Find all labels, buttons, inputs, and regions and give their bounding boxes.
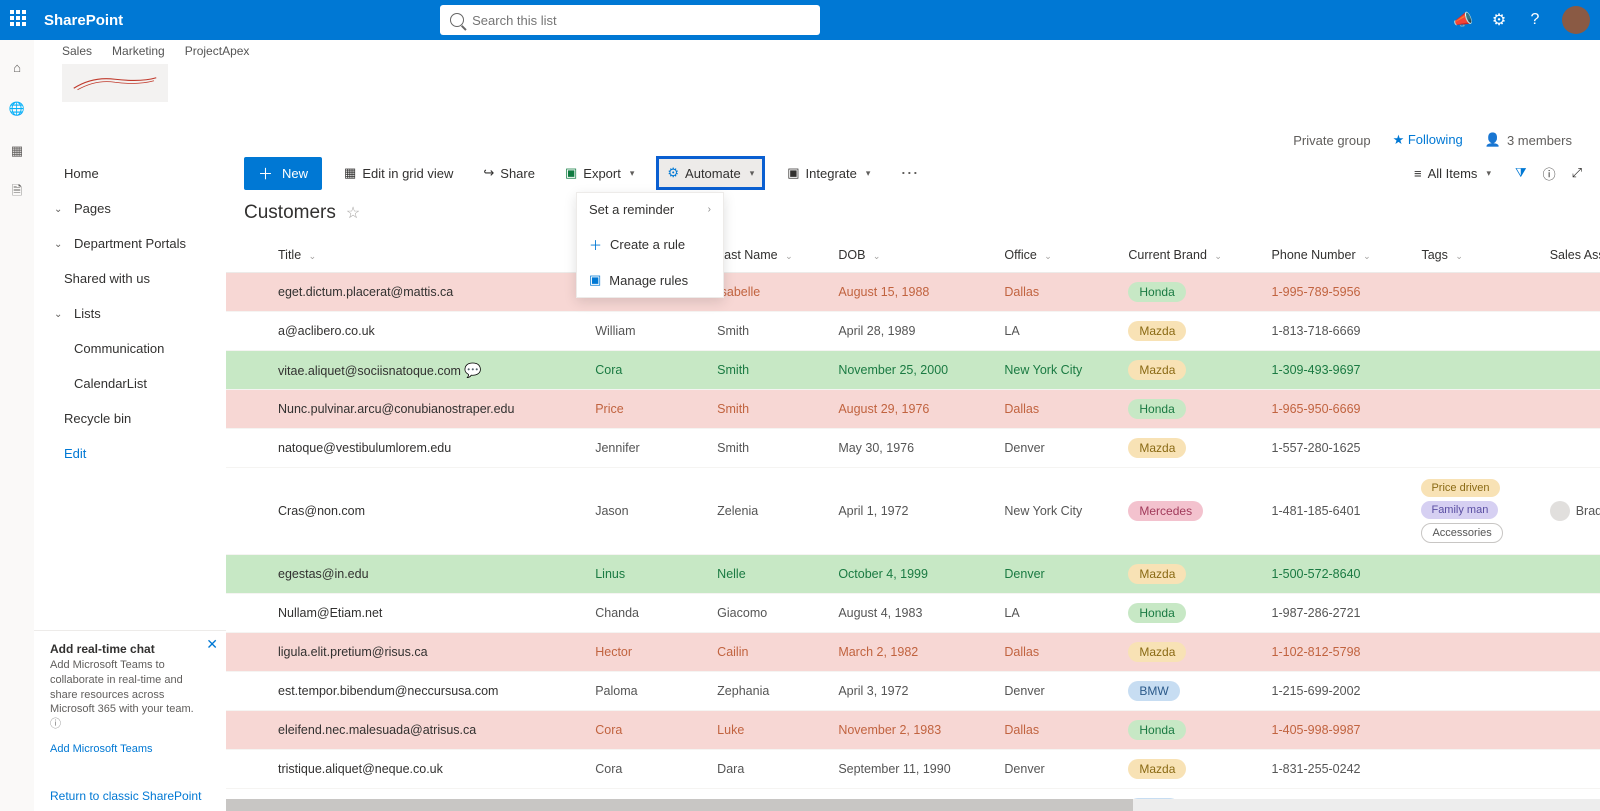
nav-shared-with-us[interactable]: Shared with us	[34, 261, 226, 296]
news-hub-icon[interactable]: ▦	[8, 142, 26, 160]
person-icon: 👤	[1485, 132, 1501, 148]
column-phone-number[interactable]: Phone Number ⌄	[1260, 238, 1410, 273]
settings-icon[interactable]: ⚙	[1490, 11, 1508, 29]
table-row[interactable]: eleifend.nec.malesuada@atrisus.caCoraLuk…	[226, 711, 1600, 750]
list-title: Customers	[244, 202, 336, 224]
teams-promo-title: Add real-time chat	[50, 642, 155, 656]
table-row[interactable]: egestas@in.eduLinusNelleOctober 4, 1999D…	[226, 555, 1600, 594]
nav-projectapex[interactable]: ProjectApex	[185, 44, 250, 58]
left-nav: Home⌄Pages⌄Department PortalsShared with…	[34, 148, 226, 811]
table-row[interactable]: ligula.elit.pretium@risus.caHectorCailin…	[226, 633, 1600, 672]
nav-lists[interactable]: ⌄Lists	[34, 296, 226, 331]
table-row[interactable]: natoque@vestibulumlorem.eduJenniferSmith…	[226, 429, 1600, 468]
teams-promo-body: Add Microsoft Teams to collaborate in re…	[50, 659, 194, 716]
filter-icon[interactable]: ⧩	[1515, 165, 1527, 181]
nav-home[interactable]: Home	[34, 156, 226, 191]
nav-marketing[interactable]: Marketing	[112, 44, 165, 58]
grid-icon: ▦	[344, 165, 356, 181]
info-icon[interactable]: ⓘ	[1543, 164, 1556, 183]
integrate-button[interactable]: ▣Integrate▾	[779, 161, 878, 185]
search-box[interactable]	[440, 5, 820, 35]
table-row[interactable]: Nullam@Etiam.netChandaGiacomoAugust 4, 1…	[226, 594, 1600, 633]
excel-icon: ▣	[565, 165, 577, 181]
column-dob[interactable]: DOB ⌄	[826, 238, 992, 273]
favorite-icon[interactable]: ☆	[346, 203, 360, 223]
table-row[interactable]: eget.dictum.placerat@mattis.caXanderIsab…	[226, 273, 1600, 312]
table-row[interactable]: a@aclibero.co.ukWilliamSmithApril 28, 19…	[226, 312, 1600, 351]
command-bar: ＋New ▦Edit in grid view ↪Share ▣Export▾ …	[226, 148, 1600, 198]
column-sales-associate[interactable]: Sales Associate ⌄	[1538, 238, 1600, 273]
files-hub-icon[interactable]: 🗎	[8, 184, 26, 202]
teams-promo: ✕ Add real-time chat Add Microsoft Teams…	[34, 630, 226, 767]
flow-icon: ⚙	[667, 165, 679, 181]
column-tags[interactable]: Tags ⌄	[1409, 238, 1537, 273]
more-button[interactable]: ⋯	[892, 159, 927, 188]
site-nav-links: Sales Marketing ProjectApex	[62, 44, 249, 58]
table-row[interactable]: Nunc.pulvinar.arcu@conubianostraper.eduP…	[226, 390, 1600, 429]
new-button[interactable]: ＋New	[244, 157, 322, 190]
automate-dropdown: Set a reminder› ＋Create a rule ▣Manage r…	[576, 192, 724, 298]
menu-manage-rules[interactable]: ▣Manage rules	[577, 263, 723, 297]
user-avatar[interactable]	[1562, 6, 1590, 34]
nav-calendarlist[interactable]: CalendarList	[34, 366, 226, 401]
horizontal-scrollbar[interactable]	[226, 799, 1600, 811]
table-row[interactable]: vitae.aliquet@sociisnatoque.com 💬CoraSmi…	[226, 351, 1600, 390]
group-type: Private group	[1293, 133, 1370, 148]
nav-department-portals[interactable]: ⌄Department Portals	[34, 226, 226, 261]
app-launcher-icon[interactable]	[10, 10, 30, 30]
share-button[interactable]: ↪Share	[475, 161, 543, 185]
close-icon[interactable]: ✕	[206, 635, 218, 654]
home-hub-icon[interactable]: ⌂	[8, 58, 26, 76]
customers-table: Title ⌄First Name ⌄Last Name ⌄DOB ⌄Offic…	[226, 238, 1600, 799]
column-current-brand[interactable]: Current Brand ⌄	[1116, 238, 1259, 273]
nav-sales[interactable]: Sales	[62, 44, 92, 58]
nav-recycle-bin[interactable]: Recycle bin	[34, 401, 226, 436]
column-office[interactable]: Office ⌄	[992, 238, 1116, 273]
add-teams-link[interactable]: Add Microsoft Teams	[50, 742, 153, 757]
suite-bar: SharePoint 📣 ⚙ ?	[0, 0, 1600, 40]
integrate-icon: ▣	[787, 165, 799, 181]
attachment-icon: 💬	[464, 362, 481, 378]
classic-link[interactable]: Return to classic SharePoint	[50, 789, 201, 803]
menu-set-reminder[interactable]: Set a reminder›	[577, 193, 723, 226]
table-row[interactable]: tristique.aliquet@neque.co.ukCoraDaraSep…	[226, 750, 1600, 789]
help-icon[interactable]: ?	[1526, 11, 1544, 29]
edit-grid-button[interactable]: ▦Edit in grid view	[336, 161, 461, 185]
column-title[interactable]: Title ⌄	[266, 238, 583, 273]
export-button[interactable]: ▣Export▾	[557, 161, 642, 185]
table-row[interactable]: Cras@non.comJasonZeleniaApril 1, 1972New…	[226, 468, 1600, 555]
site-logo[interactable]	[62, 64, 168, 102]
automate-highlight: ⚙Automate▾	[656, 156, 765, 190]
globe-hub-icon[interactable]: 🌐	[8, 100, 26, 118]
view-selector[interactable]: ≡All Items▾	[1406, 162, 1499, 185]
nav-communication[interactable]: Communication	[34, 331, 226, 366]
members-button[interactable]: 👤 3 members	[1485, 132, 1572, 148]
megaphone-icon[interactable]: 📣	[1454, 11, 1472, 29]
list-icon: ≡	[1414, 166, 1422, 181]
list-scroll[interactable]: Title ⌄First Name ⌄Last Name ⌄DOB ⌄Offic…	[226, 238, 1600, 799]
expand-icon[interactable]: ⤢	[1572, 165, 1582, 181]
brand-name: SharePoint	[44, 12, 123, 29]
table-row[interactable]: augue@luctuslobortisClass.co.ukCoraBloss…	[226, 789, 1600, 800]
nav-pages[interactable]: ⌄Pages	[34, 191, 226, 226]
following-button[interactable]: ★ Following	[1393, 132, 1463, 148]
menu-create-rule[interactable]: ＋Create a rule	[577, 226, 723, 263]
nav-edit[interactable]: Edit	[34, 436, 226, 471]
plus-icon: ＋	[589, 235, 602, 254]
search-input[interactable]	[472, 13, 810, 28]
share-icon: ↪	[483, 165, 494, 181]
rules-icon: ▣	[589, 272, 601, 288]
hub-bar: ⌂ 🌐 ▦ 🗎	[0, 40, 34, 811]
search-icon	[450, 13, 464, 27]
table-row[interactable]: est.tempor.bibendum@neccursusa.comPaloma…	[226, 672, 1600, 711]
automate-button[interactable]: ⚙Automate▾	[659, 161, 762, 185]
